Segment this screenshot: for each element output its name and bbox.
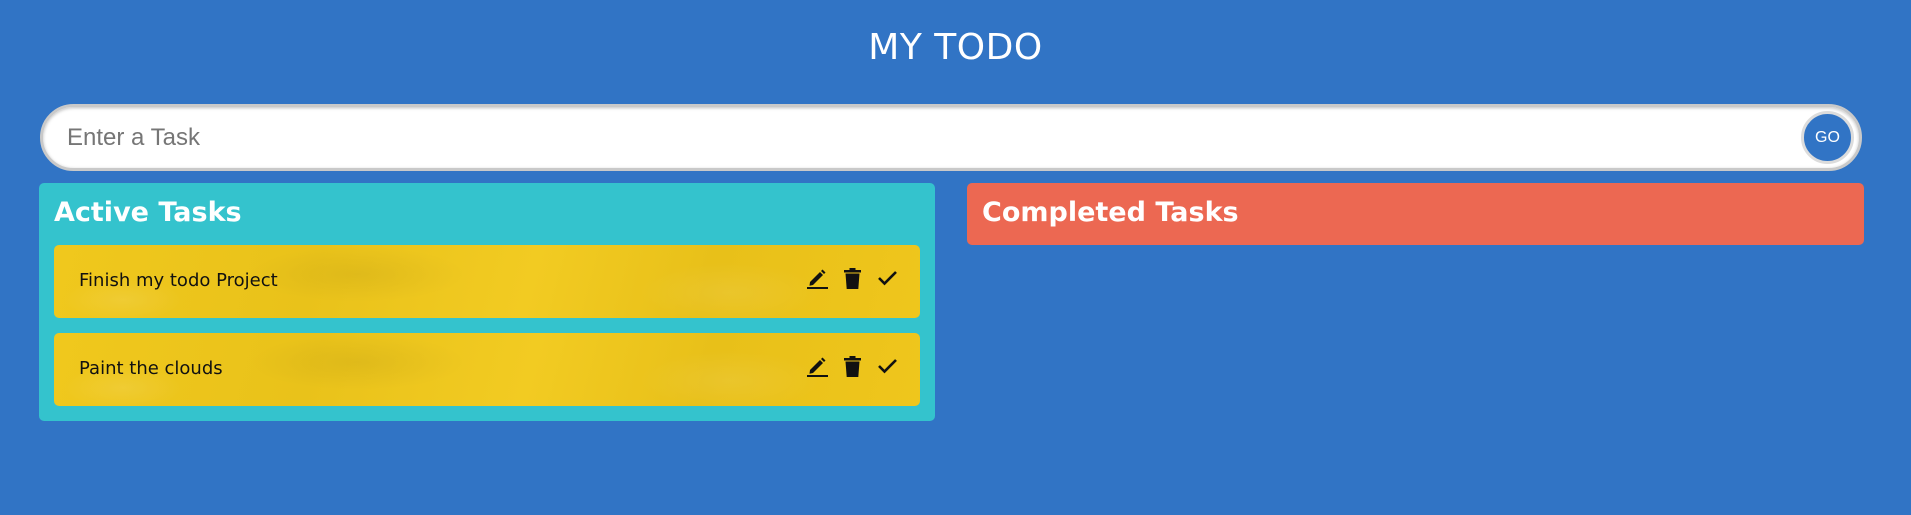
task-item: Finish my todo Project	[54, 245, 920, 318]
task-input-bar: GO	[40, 104, 1862, 171]
task-actions	[807, 354, 898, 378]
checkmark-icon[interactable]	[877, 354, 898, 378]
completed-tasks-panel: Completed Tasks	[967, 183, 1864, 245]
completed-tasks-title: Completed Tasks	[982, 197, 1239, 228]
go-button[interactable]: GO	[1801, 111, 1854, 164]
task-label: Paint the clouds	[79, 358, 223, 379]
task-label: Finish my todo Project	[79, 270, 278, 291]
trash-icon[interactable]	[842, 266, 863, 290]
task-input[interactable]	[67, 107, 1767, 168]
pencil-icon[interactable]	[807, 354, 828, 378]
checkmark-icon[interactable]	[877, 266, 898, 290]
task-item: Paint the clouds	[54, 333, 920, 406]
app-title: MY TODO	[868, 27, 1043, 68]
trash-icon[interactable]	[842, 354, 863, 378]
active-tasks-title: Active Tasks	[54, 197, 242, 228]
task-actions	[807, 266, 898, 290]
active-tasks-panel: Active Tasks Finish my todo Project Pain…	[39, 183, 935, 421]
pencil-icon[interactable]	[807, 266, 828, 290]
